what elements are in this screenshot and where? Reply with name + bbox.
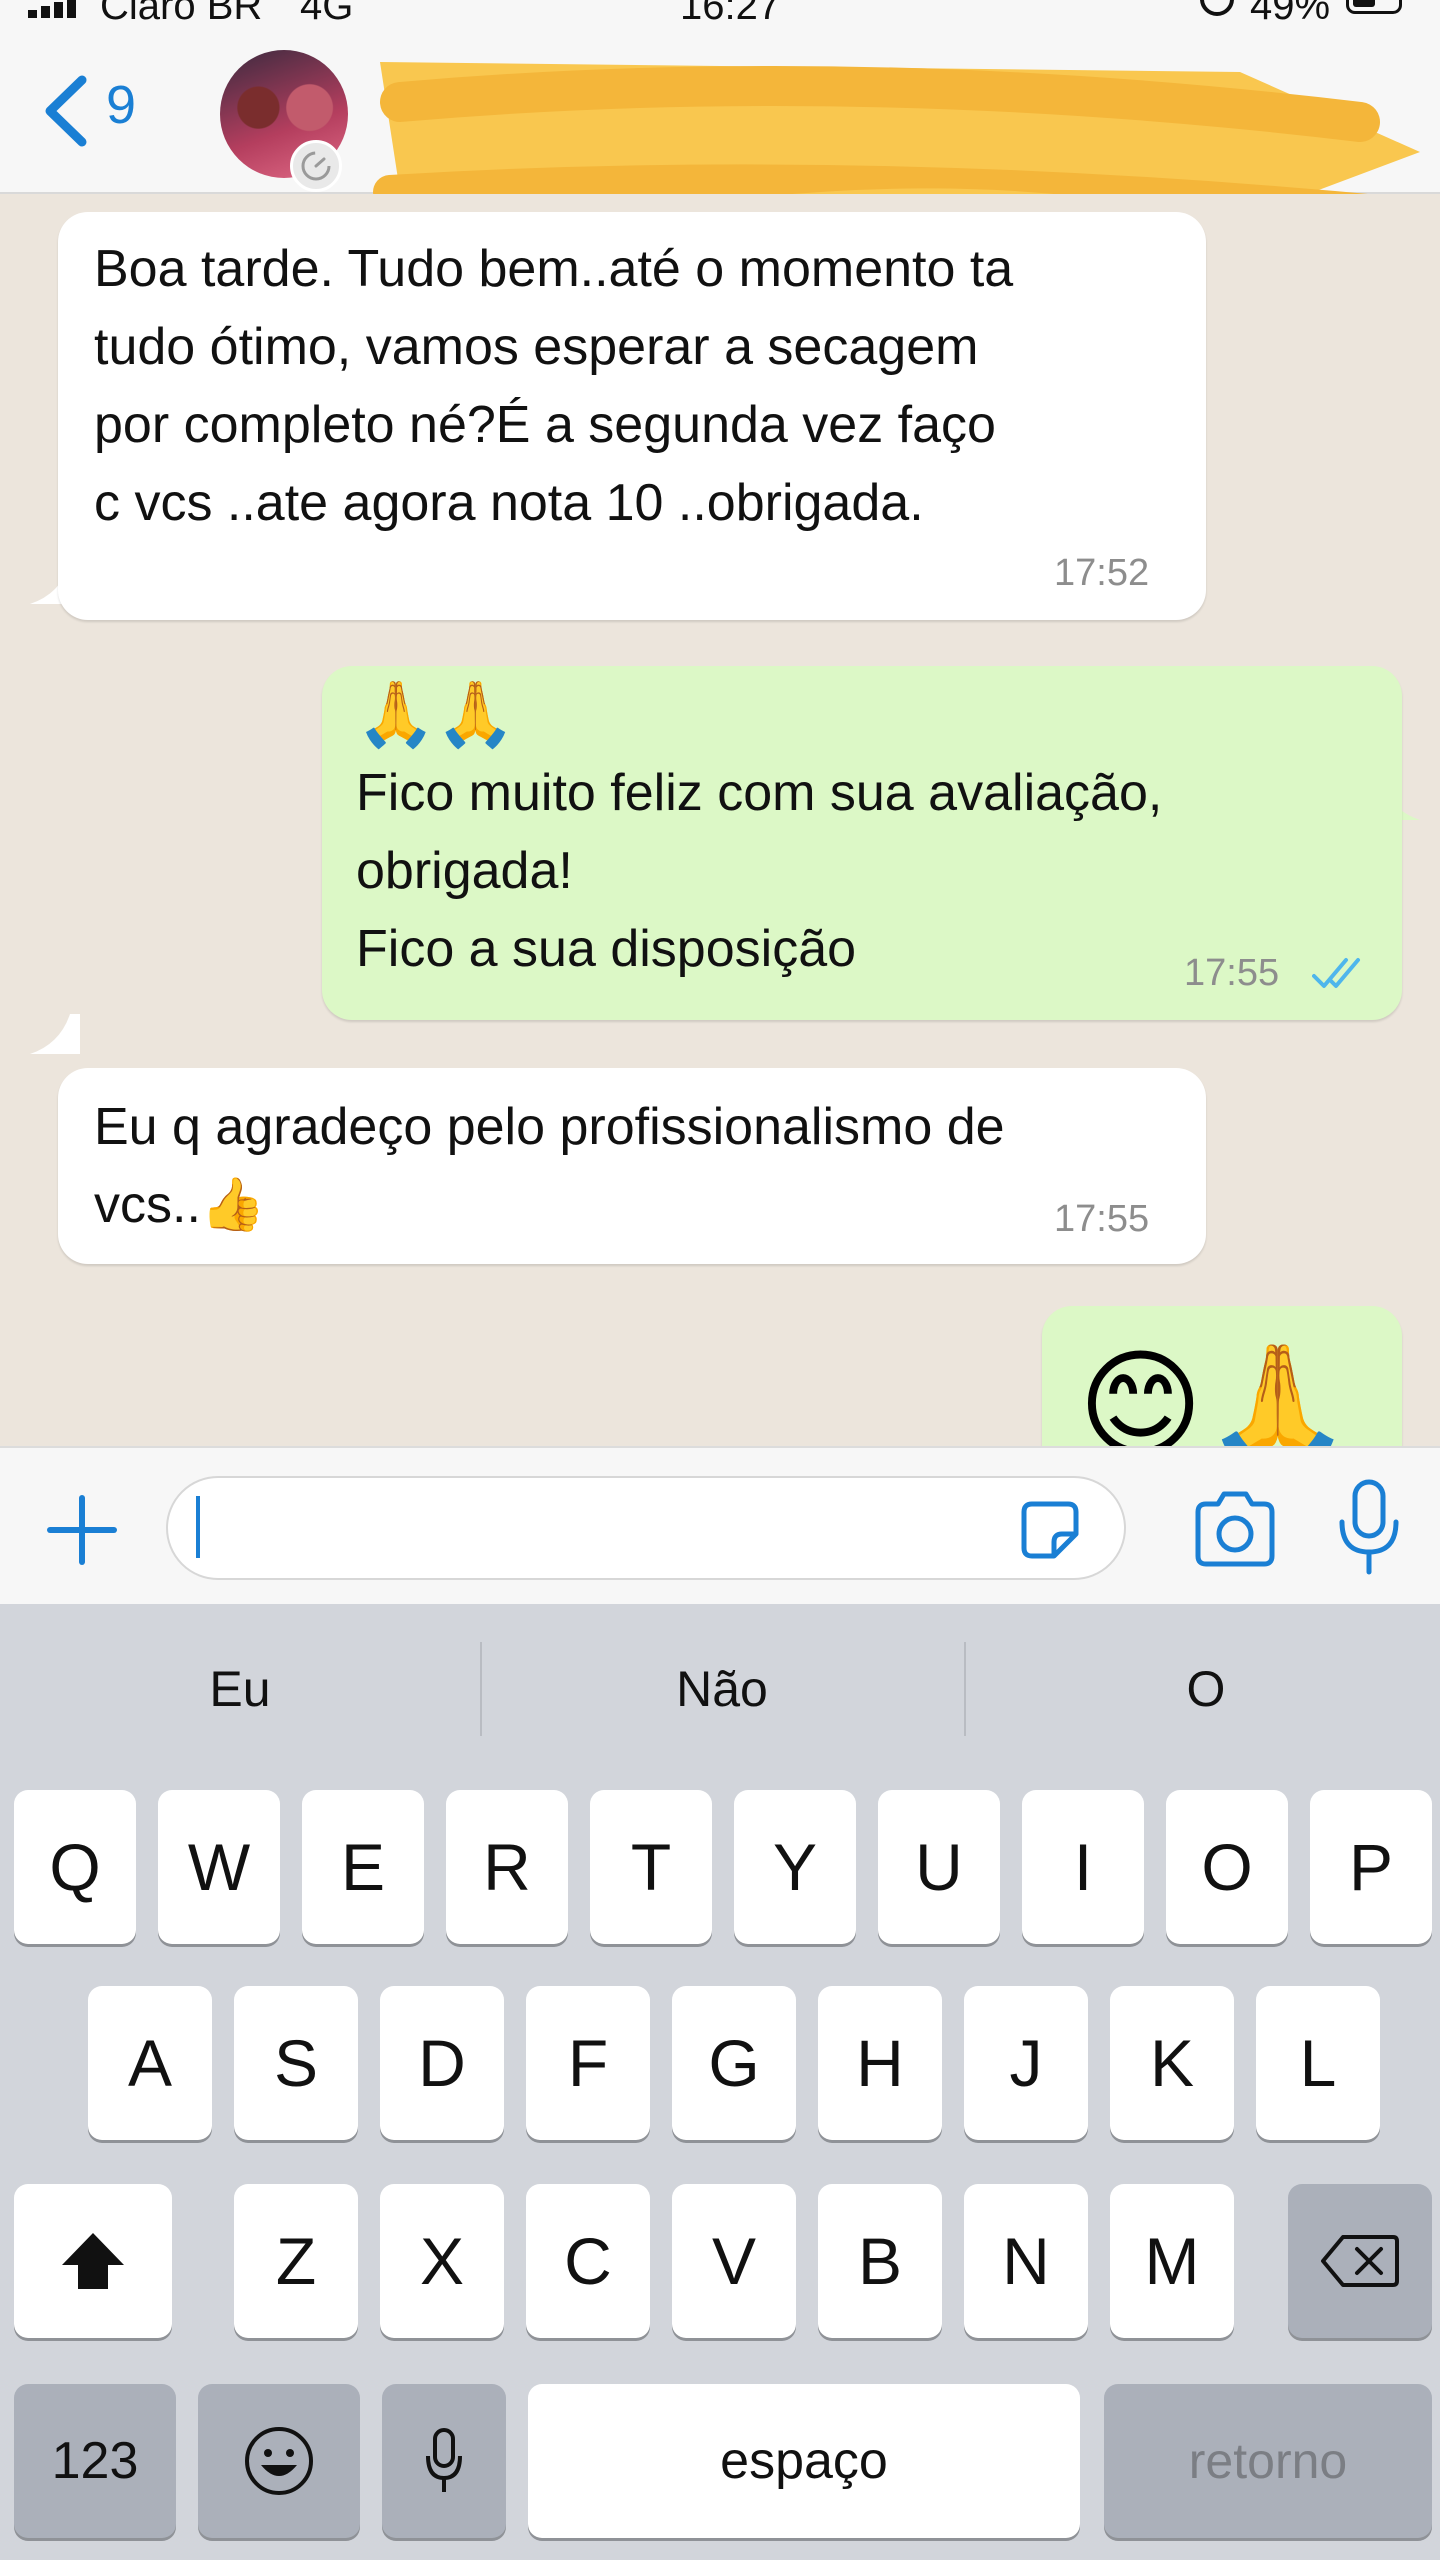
message-time: 17:55 xyxy=(1054,1198,1150,1240)
key-r[interactable]: R xyxy=(446,1790,568,1944)
bubble-tail xyxy=(30,1014,80,1054)
emoji-key[interactable] xyxy=(198,2384,360,2538)
key-d[interactable]: D xyxy=(380,1986,504,2140)
numbers-key[interactable]: 123 xyxy=(14,2384,176,2538)
key-q[interactable]: Q xyxy=(14,1790,136,1944)
key-c[interactable]: C xyxy=(526,2184,650,2338)
sticker-icon[interactable] xyxy=(1018,1498,1082,1562)
message-text: Fico muito feliz com sua avaliação, obri… xyxy=(356,764,1163,978)
message-outgoing[interactable]: 🙏🙏 Fico muito feliz com sua avaliação, o… xyxy=(322,666,1402,1020)
emoji-message: 😊🙏 xyxy=(1078,1339,1353,1446)
suggestion-2[interactable]: Não xyxy=(482,1604,962,1774)
key-i[interactable]: I xyxy=(1022,1790,1144,1944)
chevron-left-icon xyxy=(45,75,87,147)
key-a[interactable]: A xyxy=(88,1986,212,2140)
key-h[interactable]: H xyxy=(818,1986,942,2140)
timer-icon xyxy=(290,140,342,192)
key-g[interactable]: G xyxy=(672,1986,796,2140)
smiley-icon xyxy=(245,2427,313,2495)
key-e[interactable]: E xyxy=(302,1790,424,1944)
signal-strength-icon xyxy=(28,0,76,18)
key-y[interactable]: Y xyxy=(734,1790,856,1944)
message-incoming[interactable]: Eu q agradeço pelo profissionalismo de v… xyxy=(58,1068,1206,1264)
network-type: 4G xyxy=(300,0,354,22)
battery-icon xyxy=(1346,0,1402,14)
key-v[interactable]: V xyxy=(672,2184,796,2338)
backspace-key[interactable] xyxy=(1288,2184,1432,2338)
key-t[interactable]: T xyxy=(590,1790,712,1944)
microphone-icon[interactable] xyxy=(1336,1478,1402,1578)
key-k[interactable]: K xyxy=(1110,1986,1234,2140)
message-input-bar xyxy=(0,1446,1440,1606)
key-w[interactable]: W xyxy=(158,1790,280,1944)
key-b[interactable]: B xyxy=(818,2184,942,2338)
key-x[interactable]: X xyxy=(380,2184,504,2338)
key-m[interactable]: M xyxy=(1110,2184,1234,2338)
camera-icon[interactable] xyxy=(1190,1490,1280,1570)
key-j[interactable]: J xyxy=(964,1986,1088,2140)
key-l[interactable]: L xyxy=(1256,1986,1380,2140)
backspace-icon xyxy=(1321,2235,1399,2287)
carrier-name: Claro BR xyxy=(100,0,263,22)
message-text: Eu q agradeço pelo profissionalismo de v… xyxy=(94,1098,1005,1234)
message-text: Boa tarde. Tudo bem..até o momento ta tu… xyxy=(94,240,1014,532)
read-receipt-icon xyxy=(1312,958,1360,988)
status-bar: Claro BR 4G 16:27 49% xyxy=(0,0,1440,22)
key-z[interactable]: Z xyxy=(234,2184,358,2338)
key-p[interactable]: P xyxy=(1310,1790,1432,1944)
message-input[interactable] xyxy=(166,1476,1126,1580)
shift-arrow-icon xyxy=(62,2233,124,2289)
key-o[interactable]: O xyxy=(1166,1790,1288,1944)
key-n[interactable]: N xyxy=(964,2184,1088,2338)
key-u[interactable]: U xyxy=(878,1790,1000,1944)
message-outgoing[interactable]: 😊🙏 xyxy=(1042,1306,1402,1446)
unread-count: 9 xyxy=(106,75,137,135)
text-cursor xyxy=(196,1496,200,1558)
message-time: 17:52 xyxy=(1054,552,1150,594)
return-key[interactable]: retorno xyxy=(1104,2384,1432,2538)
chat-messages[interactable]: Boa tarde. Tudo bem..até o momento ta tu… xyxy=(0,194,1440,1446)
message-incoming[interactable]: Boa tarde. Tudo bem..até o momento ta tu… xyxy=(58,212,1206,620)
microphone-icon xyxy=(426,2428,462,2492)
keyboard: Eu Não O Q W E R T Y U I O P A S D F G H… xyxy=(0,1604,1440,2560)
chat-header: 9 xyxy=(0,22,1440,262)
suggestion-3[interactable]: O xyxy=(966,1604,1440,1774)
shift-key[interactable] xyxy=(14,2184,172,2338)
dictation-key[interactable] xyxy=(382,2384,506,2538)
suggestion-1[interactable]: Eu xyxy=(0,1604,480,1774)
plus-icon[interactable] xyxy=(44,1492,120,1568)
space-key[interactable]: espaço xyxy=(528,2384,1080,2538)
praying-hands-emoji: 🙏🙏 xyxy=(356,678,516,750)
battery-percentage: 49% xyxy=(1250,0,1331,22)
suggestion-bar: Eu Não O xyxy=(0,1604,1440,1774)
key-f[interactable]: F xyxy=(526,1986,650,2140)
key-s[interactable]: S xyxy=(234,1986,358,2140)
clock: 16:27 xyxy=(680,0,781,22)
message-time: 17:55 xyxy=(1184,952,1280,994)
orientation-lock-icon xyxy=(1200,0,1234,16)
